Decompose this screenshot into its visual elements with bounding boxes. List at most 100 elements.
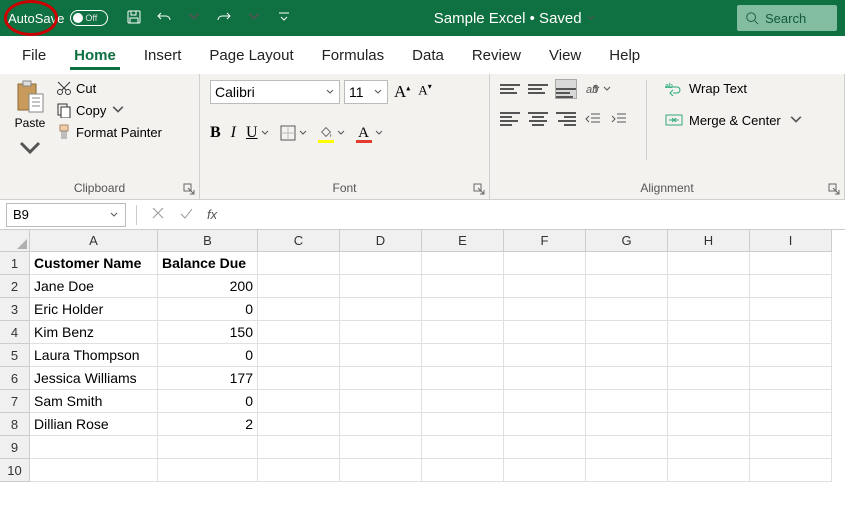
cell-I1[interactable] xyxy=(750,252,832,275)
cell-D5[interactable] xyxy=(340,344,422,367)
row-header-9[interactable]: 9 xyxy=(0,436,30,459)
tab-file[interactable]: File xyxy=(8,36,60,74)
cell-C1[interactable] xyxy=(258,252,340,275)
underline-button[interactable]: U xyxy=(246,124,270,142)
paste-button[interactable]: Paste xyxy=(10,80,50,166)
merge-center-button[interactable]: Merge & Center xyxy=(665,112,805,128)
cell-I4[interactable] xyxy=(750,321,832,344)
cell-B4[interactable]: 150 xyxy=(158,321,258,344)
cell-B9[interactable] xyxy=(158,436,258,459)
cell-B6[interactable]: 177 xyxy=(158,367,258,390)
cell-E10[interactable] xyxy=(422,459,504,482)
formula-input[interactable] xyxy=(227,203,845,227)
cut-button[interactable]: Cut xyxy=(56,80,162,96)
cell-D6[interactable] xyxy=(340,367,422,390)
row-header-5[interactable]: 5 xyxy=(0,344,30,367)
row-header-6[interactable]: 6 xyxy=(0,367,30,390)
cell-H4[interactable] xyxy=(668,321,750,344)
cell-A4[interactable]: Kim Benz xyxy=(30,321,158,344)
cell-A10[interactable] xyxy=(30,459,158,482)
fill-color-button[interactable] xyxy=(318,125,346,142)
cell-A8[interactable]: Dillian Rose xyxy=(30,413,158,436)
cell-D10[interactable] xyxy=(340,459,422,482)
cell-A2[interactable]: Jane Doe xyxy=(30,275,158,298)
redo-dropdown-icon[interactable] xyxy=(246,9,262,28)
col-header-D[interactable]: D xyxy=(340,230,422,252)
row-header-2[interactable]: 2 xyxy=(0,275,30,298)
cell-H7[interactable] xyxy=(668,390,750,413)
cell-B3[interactable]: 0 xyxy=(158,298,258,321)
cell-I8[interactable] xyxy=(750,413,832,436)
undo-dropdown-icon[interactable] xyxy=(186,9,202,28)
cell-E9[interactable] xyxy=(422,436,504,459)
align-bottom-button[interactable] xyxy=(556,80,576,98)
row-header-7[interactable]: 7 xyxy=(0,390,30,413)
cell-I7[interactable] xyxy=(750,390,832,413)
cell-A9[interactable] xyxy=(30,436,158,459)
cell-F9[interactable] xyxy=(504,436,586,459)
tab-data[interactable]: Data xyxy=(398,36,458,74)
cell-A6[interactable]: Jessica Williams xyxy=(30,367,158,390)
col-header-C[interactable]: C xyxy=(258,230,340,252)
borders-button[interactable] xyxy=(280,125,308,141)
bold-button[interactable]: B xyxy=(210,124,221,142)
select-all-corner[interactable] xyxy=(0,230,30,252)
wrap-text-button[interactable]: ab Wrap Text xyxy=(665,80,805,96)
cell-E5[interactable] xyxy=(422,344,504,367)
spreadsheet-grid[interactable]: ABCDEFGHI1Customer NameBalance Due2Jane … xyxy=(0,230,845,482)
toggle-switch[interactable]: Off xyxy=(70,10,108,26)
cell-A1[interactable]: Customer Name xyxy=(30,252,158,275)
cell-B7[interactable]: 0 xyxy=(158,390,258,413)
cell-A5[interactable]: Laura Thompson xyxy=(30,344,158,367)
cell-D8[interactable] xyxy=(340,413,422,436)
cell-F4[interactable] xyxy=(504,321,586,344)
cell-G6[interactable] xyxy=(586,367,668,390)
cell-C8[interactable] xyxy=(258,413,340,436)
increase-indent-button[interactable] xyxy=(610,111,628,127)
font-name-select[interactable]: Calibri xyxy=(210,80,340,104)
italic-button[interactable]: I xyxy=(231,124,236,142)
cell-D7[interactable] xyxy=(340,390,422,413)
cell-F10[interactable] xyxy=(504,459,586,482)
grow-font-button[interactable]: A▴ xyxy=(394,82,410,102)
row-header-1[interactable]: 1 xyxy=(0,252,30,275)
row-header-10[interactable]: 10 xyxy=(0,459,30,482)
undo-icon[interactable] xyxy=(156,9,172,28)
align-right-button[interactable] xyxy=(556,110,576,128)
format-painter-button[interactable]: Format Painter xyxy=(56,124,162,140)
cell-F6[interactable] xyxy=(504,367,586,390)
cell-F3[interactable] xyxy=(504,298,586,321)
dialog-launcher-icon[interactable] xyxy=(828,183,840,195)
cell-F5[interactable] xyxy=(504,344,586,367)
decrease-indent-button[interactable] xyxy=(584,111,602,127)
cell-G9[interactable] xyxy=(586,436,668,459)
cell-H3[interactable] xyxy=(668,298,750,321)
cell-E1[interactable] xyxy=(422,252,504,275)
tab-home[interactable]: Home xyxy=(60,36,130,74)
cell-C2[interactable] xyxy=(258,275,340,298)
cell-D2[interactable] xyxy=(340,275,422,298)
cell-D9[interactable] xyxy=(340,436,422,459)
cell-E4[interactable] xyxy=(422,321,504,344)
cell-H10[interactable] xyxy=(668,459,750,482)
cell-G1[interactable] xyxy=(586,252,668,275)
cell-G7[interactable] xyxy=(586,390,668,413)
font-color-button[interactable]: A xyxy=(356,125,384,142)
cell-G5[interactable] xyxy=(586,344,668,367)
cell-E8[interactable] xyxy=(422,413,504,436)
cell-B5[interactable]: 0 xyxy=(158,344,258,367)
cell-F1[interactable] xyxy=(504,252,586,275)
search-box[interactable]: Search xyxy=(737,5,837,31)
cell-H2[interactable] xyxy=(668,275,750,298)
cell-B2[interactable]: 200 xyxy=(158,275,258,298)
cell-D3[interactable] xyxy=(340,298,422,321)
tab-review[interactable]: Review xyxy=(458,36,535,74)
align-center-button[interactable] xyxy=(528,110,548,128)
cell-D1[interactable] xyxy=(340,252,422,275)
cell-G2[interactable] xyxy=(586,275,668,298)
tab-insert[interactable]: Insert xyxy=(130,36,196,74)
cell-I6[interactable] xyxy=(750,367,832,390)
cell-E3[interactable] xyxy=(422,298,504,321)
cell-A3[interactable]: Eric Holder xyxy=(30,298,158,321)
cell-F8[interactable] xyxy=(504,413,586,436)
